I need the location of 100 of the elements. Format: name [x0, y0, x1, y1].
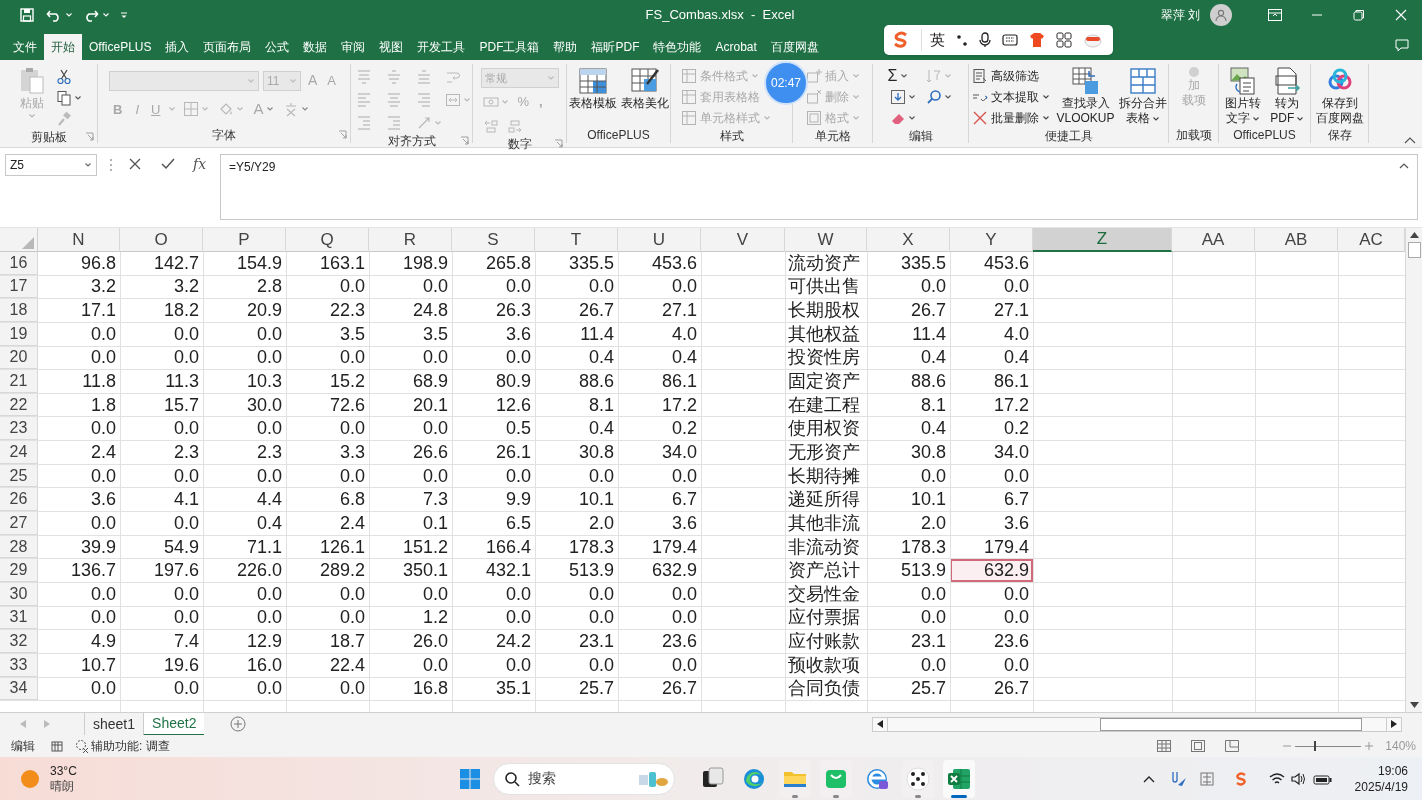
input-method-toolbar[interactable]: 英	[884, 25, 1113, 55]
scroll-thumb[interactable]	[1100, 717, 1362, 731]
column-header[interactable]: O	[120, 228, 203, 252]
ribbon-tab[interactable]: 插入	[158, 34, 197, 60]
row-header[interactable]: 17	[0, 275, 38, 299]
ribbon-tab[interactable]: 帮助	[546, 34, 585, 60]
column-header[interactable]: W	[785, 228, 867, 252]
save-button[interactable]	[18, 6, 36, 24]
column-header[interactable]: AB	[1255, 228, 1338, 252]
advanced-filter-button[interactable]: 高级筛选	[970, 65, 1053, 86]
show-hidden-icons-button[interactable]	[1142, 774, 1155, 783]
caret-icon	[27, 112, 36, 120]
save-to-cloud-button[interactable]: 保存到 百度网盘	[1314, 64, 1365, 126]
row-header[interactable]: 34	[0, 677, 38, 701]
taskbar-search[interactable]: 搜索	[492, 762, 675, 795]
column-header[interactable]: U	[618, 228, 701, 252]
start-button[interactable]	[458, 767, 481, 790]
ribbon-tab[interactable]: 页面布局	[196, 34, 259, 60]
font-name-field[interactable]	[109, 70, 259, 91]
zoom-slider[interactable]	[1295, 741, 1362, 751]
slider-thumb[interactable]	[1313, 741, 1316, 751]
split-merge-button[interactable]: 拆分合并 表格	[1118, 64, 1167, 126]
page-layout-button[interactable]	[1191, 740, 1206, 752]
row-header[interactable]: 19	[0, 322, 38, 346]
row-header[interactable]: 31	[0, 606, 38, 630]
row-header[interactable]: 23	[0, 417, 38, 441]
row-header[interactable]: 30	[0, 582, 38, 606]
previous-sheet-button[interactable]	[20, 720, 26, 728]
ribbon-tab[interactable]: 特色功能	[646, 34, 709, 60]
page-break-button[interactable]	[1225, 740, 1240, 752]
insert-function-button[interactable]: fx	[193, 154, 207, 175]
table-template-button[interactable]: 表格模板	[568, 64, 617, 111]
column-header[interactable]: Q	[286, 228, 369, 252]
ribbon-tab[interactable]: 百度网盘	[763, 34, 826, 60]
row-header[interactable]: 29	[0, 559, 38, 582]
clock[interactable]: 19:06 2025/4/19	[1354, 762, 1408, 795]
redo-button[interactable]	[83, 8, 110, 22]
collapse-ribbon-button[interactable]	[1404, 136, 1416, 144]
column-header[interactable]: R	[369, 228, 452, 252]
column-header[interactable]: P	[203, 228, 286, 252]
ribbon-tab[interactable]: OfficePLUS	[82, 34, 159, 60]
row-header[interactable]: 33	[0, 653, 38, 677]
weather-widget[interactable]: 33°C 晴朗	[20, 760, 77, 797]
row-header[interactable]: 32	[0, 630, 38, 653]
normal-view-button[interactable]	[1157, 740, 1172, 752]
ribbon-tab[interactable]: PDF工具箱	[472, 34, 547, 60]
ribbon-tab[interactable]: 福昕PDF	[584, 34, 647, 60]
column-header[interactable]: S	[452, 228, 535, 252]
convert-to-pdf-button[interactable]: 转为 PDF	[1267, 64, 1307, 126]
formula-field[interactable]: =Y5/Y29	[220, 154, 1418, 220]
row-header[interactable]: 18	[0, 299, 38, 322]
table-cell-text: 26.7	[577, 299, 615, 322]
accessibility-button[interactable]: 辅助功能: 调查	[75, 737, 170, 755]
dialog-launcher-icon	[554, 139, 563, 148]
ribbon-tab[interactable]: 视图	[372, 34, 411, 60]
column-header[interactable]: X	[867, 228, 950, 252]
column-header[interactable]: N	[38, 228, 120, 252]
name-box[interactable]: Z5	[5, 154, 97, 176]
ribbon-tab[interactable]: 数据	[296, 34, 335, 60]
row-header[interactable]: 24	[0, 441, 38, 464]
batch-delete-button[interactable]: 批量删除	[970, 107, 1053, 128]
customize-toolbar-button[interactable]	[120, 10, 128, 20]
vlookup-button[interactable]: 查找录入 VLOOKUP	[1056, 64, 1115, 126]
row-header[interactable]: 20	[0, 346, 38, 370]
table-beautify-button[interactable]: 表格美化	[620, 64, 669, 111]
sheet-tab[interactable]: Sheet2	[143, 712, 205, 736]
cancel-button[interactable]	[129, 158, 141, 170]
column-header[interactable]: T	[535, 228, 618, 252]
cell-styles-icon	[680, 109, 697, 126]
text-extract-button[interactable]: 文本提取	[970, 86, 1053, 107]
ribbon-tab[interactable]: 开始	[44, 34, 82, 60]
horizontal-scrollbar[interactable]	[872, 716, 1402, 732]
row-header[interactable]: 27	[0, 512, 38, 535]
table-cell-text: 18.2	[162, 299, 200, 322]
column-header[interactable]: Z	[1033, 228, 1172, 252]
enter-button[interactable]	[161, 158, 175, 170]
undo-button[interactable]	[46, 8, 73, 22]
ribbon-tab[interactable]: 公式	[258, 34, 297, 60]
scroll-thumb[interactable]	[1407, 242, 1421, 258]
row-header[interactable]: 26	[0, 488, 38, 512]
add-sheet-button[interactable]	[230, 716, 247, 732]
ribbon-tab[interactable]: Acrobat	[708, 34, 764, 60]
ribbon-tab[interactable]: 文件	[6, 34, 44, 60]
column-header[interactable]: AA	[1172, 228, 1255, 252]
row-header[interactable]: 16	[0, 252, 38, 275]
ribbon-tab[interactable]: 开发工具	[410, 34, 473, 60]
vertical-scrollbar[interactable]	[1405, 228, 1422, 712]
table-cell-text: 226.0	[235, 559, 283, 582]
input-mode-label[interactable]: 英	[921, 28, 945, 52]
next-sheet-button[interactable]	[44, 720, 50, 728]
avatar[interactable]	[1210, 4, 1232, 26]
row-header[interactable]: 21	[0, 370, 38, 393]
row-header[interactable]: 22	[0, 393, 38, 417]
column-header[interactable]: V	[701, 228, 785, 252]
row-header[interactable]: 25	[0, 464, 38, 488]
autosum-button[interactable]: Σ	[887, 65, 918, 86]
image-to-text-button[interactable]: 图片转 文字	[1222, 64, 1264, 126]
row-header[interactable]: 28	[0, 535, 38, 559]
ribbon-tab[interactable]: 审阅	[334, 34, 373, 60]
table-cell-text: 30.0	[245, 393, 283, 417]
